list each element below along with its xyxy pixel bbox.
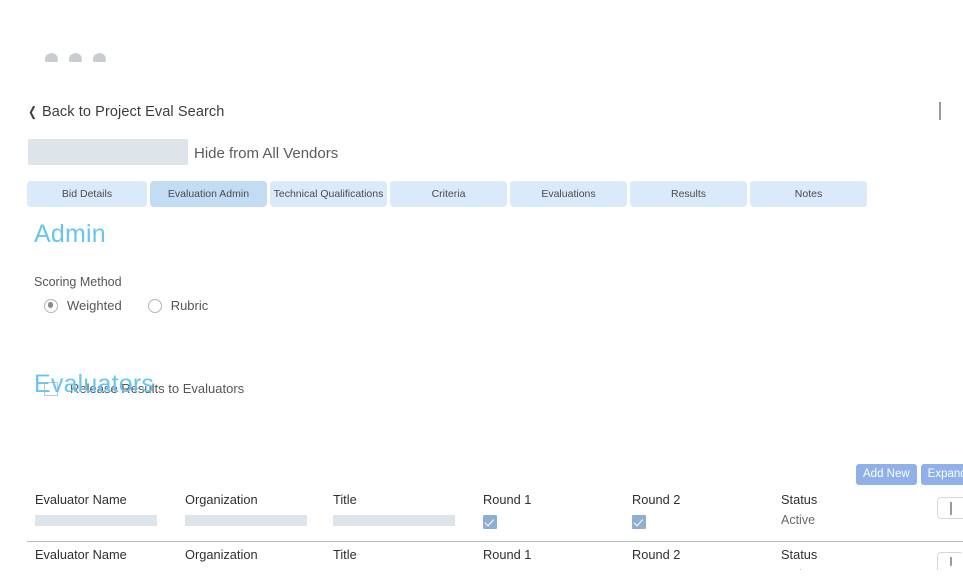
column-header: Evaluator Name bbox=[35, 547, 127, 562]
tab-technical-qualifications[interactable]: Technical Qualifications bbox=[270, 181, 387, 207]
back-link-label: Back to Project Eval Search bbox=[42, 104, 225, 120]
scoring-method-label: Scoring Method bbox=[34, 275, 122, 289]
table-cell: Status Active bbox=[781, 547, 817, 570]
tab-label: Bid Details bbox=[61, 188, 113, 200]
column-header: Round 1 bbox=[483, 492, 532, 507]
input-organization[interactable] bbox=[185, 515, 307, 526]
page-content: ❮ Back to Project Eval Search Hide from A… bbox=[0, 62, 963, 570]
tab-bar: Bid Details Evaluation Admin Technical Qua… bbox=[27, 181, 869, 207]
table-cell: Round 1 bbox=[483, 492, 531, 529]
tab-label: Results bbox=[670, 188, 706, 200]
checkbox-round-2[interactable] bbox=[632, 515, 646, 529]
status-value: Active bbox=[781, 513, 816, 527]
radio-label: Rubric bbox=[170, 298, 209, 313]
evaluators-table: Evaluator Name Organization Title Round 1 Ro… bbox=[27, 487, 963, 570]
table-cell: Title bbox=[333, 492, 455, 526]
radio-button-icon[interactable] bbox=[147, 298, 162, 313]
tab-label: Criteria bbox=[431, 188, 466, 200]
scoring-method-radio-group: Weighted Rubric bbox=[44, 298, 208, 313]
tab-notes[interactable]: Notes bbox=[750, 181, 867, 207]
column-header: Organization bbox=[185, 547, 258, 562]
input-evaluator-name[interactable] bbox=[35, 515, 157, 526]
expand-button[interactable]: Expand bbox=[920, 464, 963, 485]
project-title-placeholder[interactable] bbox=[28, 139, 188, 165]
tab-evaluations[interactable]: Evaluations bbox=[510, 181, 627, 207]
app-root: ❮ Back to Project Eval Search Hide from A… bbox=[0, 0, 963, 588]
tab-evaluation-admin[interactable]: Evaluation Admin bbox=[150, 181, 267, 207]
table-cell: Status Active bbox=[781, 492, 817, 527]
window-titlebar bbox=[0, 18, 963, 66]
column-header: Status bbox=[781, 492, 818, 507]
row-action-button[interactable] bbox=[937, 552, 963, 570]
hide-from-all-vendors-label: Hide from All Vendors bbox=[194, 145, 339, 162]
column-header: Organization bbox=[185, 492, 258, 507]
input-title[interactable] bbox=[333, 515, 455, 526]
radio-label: Weighted bbox=[67, 298, 122, 313]
table-cell: Title bbox=[333, 547, 455, 570]
column-header: Status bbox=[781, 547, 818, 562]
tab-label: Notes bbox=[794, 188, 823, 200]
table-cell: Round 2 bbox=[632, 492, 680, 529]
chevron-left-icon: ❮ bbox=[28, 104, 37, 119]
column-header: Title bbox=[333, 547, 357, 562]
table-cell: Organization bbox=[185, 547, 307, 570]
admin-section-heading: Admin bbox=[34, 220, 106, 248]
radio-weighted[interactable]: Weighted bbox=[44, 298, 122, 313]
column-header: Round 2 bbox=[632, 492, 681, 507]
evaluators-action-buttons: Add New Expand bbox=[856, 464, 963, 485]
tab-label: Evaluations bbox=[541, 188, 596, 200]
table-row: Evaluator Name Organization Title Round 1 Ro… bbox=[27, 542, 963, 570]
tab-criteria[interactable]: Criteria bbox=[390, 181, 507, 207]
radio-button-icon[interactable] bbox=[44, 298, 58, 313]
table-cell: Organization bbox=[185, 492, 307, 526]
column-header: Round 1 bbox=[483, 547, 532, 562]
browser-window: ❮ Back to Project Eval Search Hide from A… bbox=[0, 18, 963, 570]
row-action-button[interactable] bbox=[937, 497, 963, 519]
table-cell: Round 1 bbox=[483, 547, 531, 570]
tab-results[interactable]: Results bbox=[630, 181, 747, 207]
evaluators-section-heading: Evaluators bbox=[34, 370, 155, 398]
table-row: Evaluator Name Organization Title Round 1 Ro… bbox=[27, 487, 963, 542]
add-new-button[interactable]: Add New bbox=[856, 464, 917, 485]
table-cell: Round 2 bbox=[632, 547, 680, 570]
tab-label: Evaluation Admin bbox=[167, 188, 250, 200]
tab-label: Technical Qualifications bbox=[273, 188, 384, 200]
column-header: Title bbox=[333, 492, 357, 507]
column-header: Round 2 bbox=[632, 547, 681, 562]
table-cell: Evaluator Name bbox=[35, 547, 157, 570]
checkbox-round-1[interactable] bbox=[483, 515, 497, 529]
status-value: Active bbox=[781, 568, 817, 570]
radio-rubric[interactable]: Rubric bbox=[147, 298, 209, 313]
table-cell: Evaluator Name bbox=[35, 492, 157, 526]
tab-bid-details[interactable]: Bid Details bbox=[27, 181, 147, 207]
right-edge-clipped-control[interactable] bbox=[939, 102, 941, 120]
column-header: Evaluator Name bbox=[35, 492, 127, 507]
back-to-project-eval-search-link[interactable]: ❮ Back to Project Eval Search bbox=[27, 104, 224, 120]
